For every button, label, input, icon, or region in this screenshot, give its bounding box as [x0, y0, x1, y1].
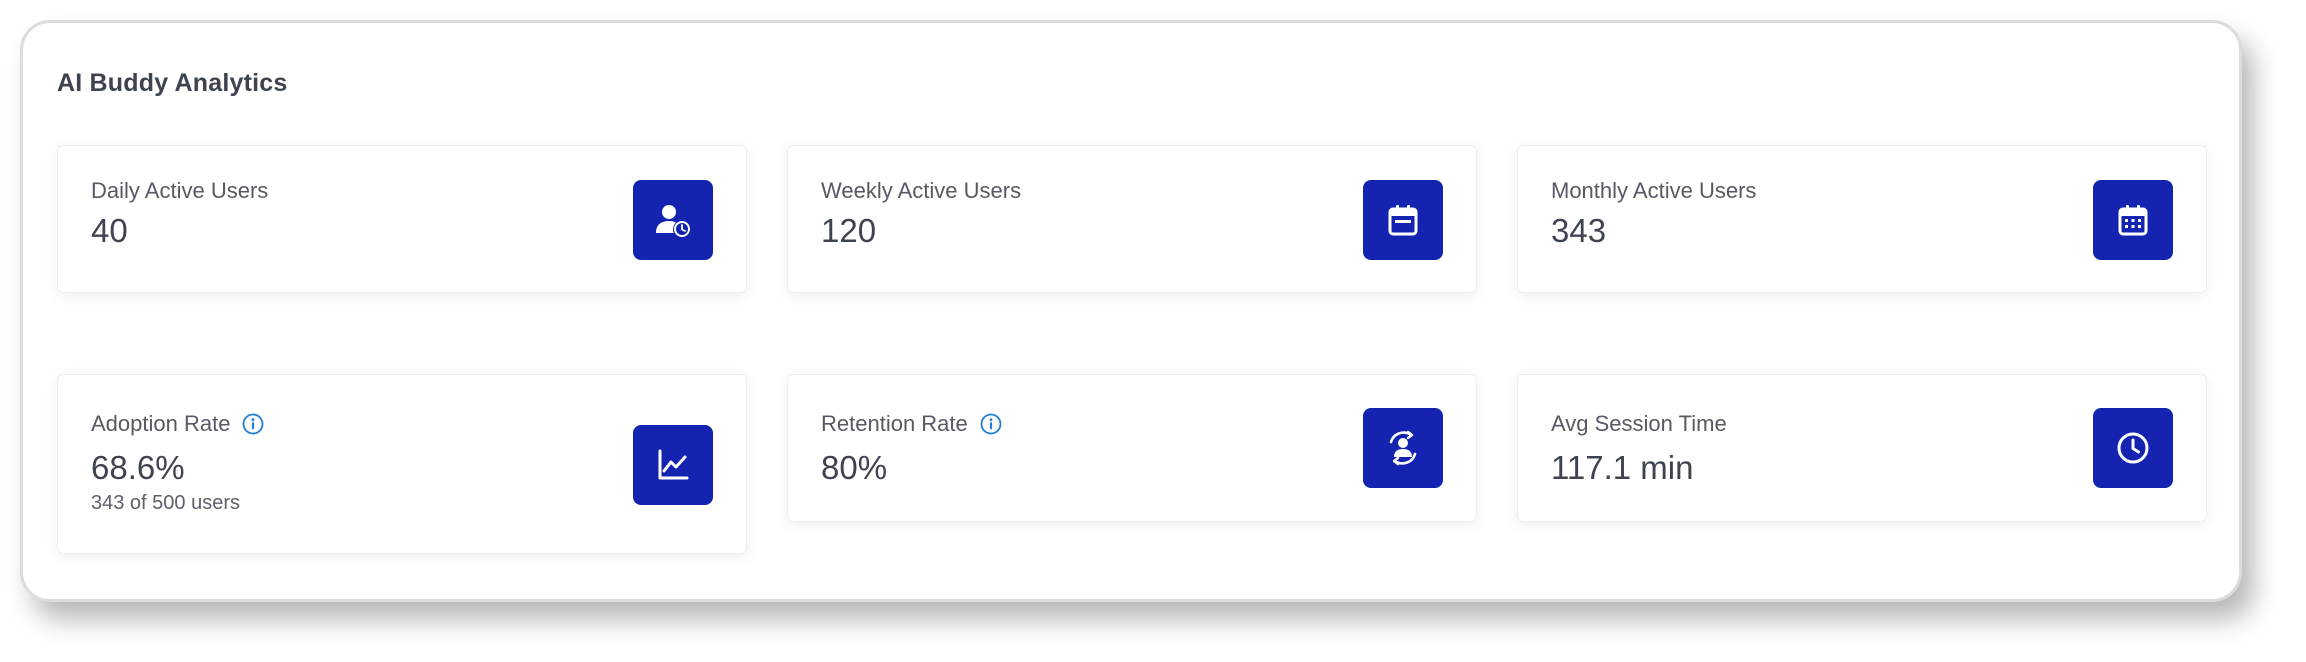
adoption-rate-value: 68.6%: [91, 449, 185, 486]
info-icon[interactable]: [242, 413, 264, 435]
adoption-rate-subtext: 343 of 500 users: [91, 492, 240, 514]
avg-session-time-label: Avg Session Time: [1551, 411, 1727, 437]
analytics-panel: AI Buddy Analytics Daily Active Users 40…: [20, 20, 2242, 602]
daily-active-users-value: 40: [91, 212, 128, 249]
calendar-week-icon: [1363, 180, 1443, 260]
weekly-active-users-card: Weekly Active Users 120: [787, 145, 1477, 293]
retention-rate-label: Retention Rate: [821, 411, 1002, 437]
calendar-month-icon: [2093, 180, 2173, 260]
adoption-rate-card: Adoption Rate 68.6% 343 of 500 users: [57, 374, 747, 554]
avg-session-time-label-text: Avg Session Time: [1551, 411, 1727, 436]
avg-session-time-card: Avg Session Time 117.1 min: [1517, 374, 2207, 522]
monthly-active-users-label-text: Monthly Active Users: [1551, 178, 1757, 203]
line-chart-icon: [633, 425, 713, 505]
user-clock-icon: [633, 180, 713, 260]
adoption-rate-label-text: Adoption Rate: [91, 411, 231, 436]
panel-title: AI Buddy Analytics: [57, 69, 288, 97]
daily-active-users-card: Daily Active Users 40: [57, 145, 747, 293]
user-cycle-icon: [1363, 408, 1443, 488]
avg-session-time-value: 117.1 min: [1551, 449, 1694, 486]
weekly-active-users-label-text: Weekly Active Users: [821, 178, 1022, 203]
weekly-active-users-label: Weekly Active Users: [821, 178, 1021, 204]
daily-active-users-label-text: Daily Active Users: [91, 178, 269, 203]
adoption-rate-label: Adoption Rate: [91, 411, 264, 437]
weekly-active-users-value: 120: [821, 212, 877, 249]
daily-active-users-label: Daily Active Users: [91, 178, 268, 204]
monthly-active-users-label: Monthly Active Users: [1551, 178, 1756, 204]
info-icon[interactable]: [980, 413, 1002, 435]
monthly-active-users-value: 343: [1551, 212, 1607, 249]
clock-icon: [2093, 408, 2173, 488]
retention-rate-label-text: Retention Rate: [821, 411, 968, 436]
monthly-active-users-card: Monthly Active Users 343: [1517, 145, 2207, 293]
retention-rate-card: Retention Rate 80%: [787, 374, 1477, 522]
retention-rate-value: 80%: [821, 449, 888, 486]
